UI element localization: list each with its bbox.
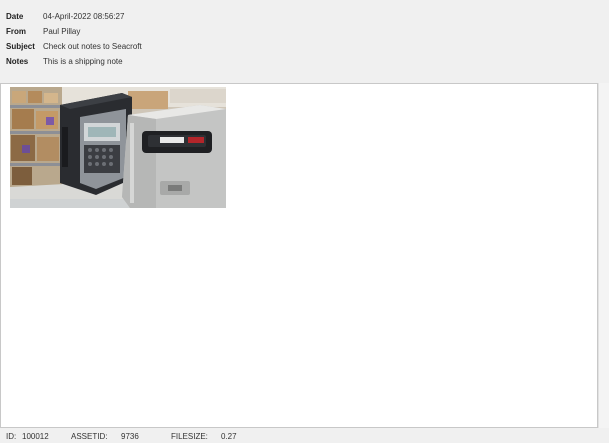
vertical-scrollbar[interactable] bbox=[598, 83, 609, 428]
subject-label: Subject bbox=[6, 42, 35, 51]
filesize-label: FILESIZE: bbox=[171, 432, 208, 441]
attachment-photo[interactable] bbox=[10, 87, 226, 208]
subject-value: Check out notes to Seacroft bbox=[43, 42, 142, 51]
date-label: Date bbox=[6, 12, 24, 21]
message-body-panel[interactable] bbox=[0, 83, 598, 428]
date-value: 04-April-2022 08:56:27 bbox=[43, 12, 125, 21]
status-footer: ID: 100012 ASSETID: 9736 FILESIZE: 0.27 bbox=[0, 431, 609, 443]
assetid-label: ASSETID: bbox=[71, 432, 108, 441]
assetid-value: 9736 bbox=[121, 432, 139, 441]
notes-value: This is a shipping note bbox=[43, 57, 123, 66]
photo-thumbnail-icon bbox=[10, 87, 226, 208]
filesize-value: 0.27 bbox=[221, 432, 237, 441]
id-label: ID: bbox=[6, 432, 17, 441]
notes-label: Notes bbox=[6, 57, 29, 66]
from-value: Paul Pillay bbox=[43, 27, 81, 36]
id-value: 100012 bbox=[22, 432, 49, 441]
from-label: From bbox=[6, 27, 26, 36]
